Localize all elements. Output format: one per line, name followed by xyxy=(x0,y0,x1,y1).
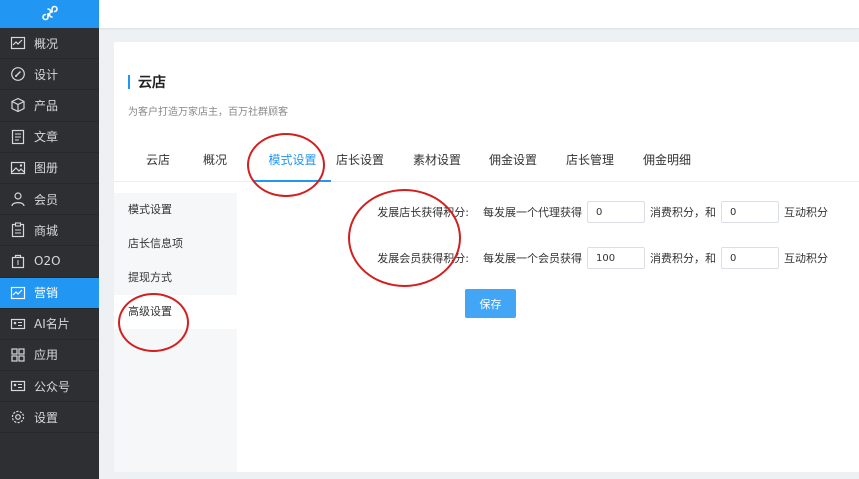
sidebar-item-members[interactable]: 会员 xyxy=(0,184,99,216)
sidebar-item-label: 设计 xyxy=(34,67,59,82)
consume-points-input[interactable] xyxy=(587,201,645,223)
image-icon xyxy=(10,160,26,176)
card-icon xyxy=(10,316,26,332)
annotation-circle-form-labels xyxy=(348,189,461,287)
menu-item-withdraw-method[interactable]: 提现方式 xyxy=(114,261,237,295)
chart-icon xyxy=(10,35,26,51)
menu-item-manager-info[interactable]: 店长信息项 xyxy=(114,227,237,261)
tab-manager-management[interactable]: 店长管理 xyxy=(566,140,614,182)
box-icon xyxy=(10,97,26,113)
tab-manager-settings[interactable]: 店长设置 xyxy=(336,140,384,182)
palette-icon xyxy=(10,66,26,82)
user-icon xyxy=(10,191,26,207)
page-title-row: 云店 xyxy=(128,72,166,92)
gear-icon xyxy=(10,409,26,425)
row-middle: 消费积分，和 xyxy=(650,252,716,265)
sidebar-item-settings[interactable]: 设置 xyxy=(0,402,99,434)
sidebar-item-label: 文章 xyxy=(34,130,59,145)
tab-bar: 云店 概况 模式设置 店长设置 素材设置 佣金设置 店长管理 佣金明细 xyxy=(114,140,859,182)
sidebar-item-label: 概况 xyxy=(34,36,59,51)
grid-icon xyxy=(10,347,26,363)
interact-points-input[interactable] xyxy=(721,247,779,269)
sidebar-item-label: 设置 xyxy=(34,410,59,425)
sidebar-item-apps[interactable]: 应用 xyxy=(0,340,99,372)
sidebar-item-overview[interactable]: 概况 xyxy=(0,28,99,60)
sidebar-item-marketing[interactable]: 营销 xyxy=(0,277,99,309)
sidebar-item-label: 营销 xyxy=(34,286,59,301)
annotation-circle-tab xyxy=(247,133,325,197)
row-middle: 消费积分，和 xyxy=(650,206,716,219)
sidebar-item-ai-card[interactable]: AI名片 xyxy=(0,309,99,340)
title-accent-bar xyxy=(128,75,130,89)
store-icon xyxy=(10,253,26,269)
sidebar-item-label: 公众号 xyxy=(34,379,71,394)
sidebar-item-label: O2O xyxy=(34,254,61,269)
row-prefix: 每发展一个会员获得 xyxy=(483,252,582,265)
row-suffix: 互动积分 xyxy=(784,252,828,265)
tab-commission-settings[interactable]: 佣金设置 xyxy=(489,140,537,182)
tab-commission-details[interactable]: 佣金明细 xyxy=(643,140,691,182)
consume-points-input[interactable] xyxy=(587,247,645,269)
clipboard-icon xyxy=(10,222,26,238)
sidebar-item-label: 会员 xyxy=(34,192,59,207)
mini-program-logo-icon xyxy=(41,5,58,24)
save-button[interactable]: 保存 xyxy=(465,289,516,318)
sidebar-item-label: 商城 xyxy=(34,223,59,238)
top-bar xyxy=(99,0,859,28)
settings-form: 发展店长获得积分: 每发展一个代理获得 消费积分，和 互动积分 发展会员获得积分… xyxy=(237,193,859,472)
annotation-circle-advanced xyxy=(118,293,189,352)
sidebar-item-label: 应用 xyxy=(34,348,59,363)
sidebar-item-label: 产品 xyxy=(34,98,59,113)
row-suffix: 互动积分 xyxy=(784,206,828,219)
sidebar-item-articles[interactable]: 文章 xyxy=(0,122,99,153)
trend-icon xyxy=(10,285,26,301)
sidebar-item-design[interactable]: 设计 xyxy=(0,59,99,91)
sidebar-item-products[interactable]: 产品 xyxy=(0,90,99,122)
main-card: 云店 为客户打造万家店主，百万社群顾客 云店 概况 模式设置 店长设置 素材设置… xyxy=(114,42,859,472)
sidebar: 概况 设计 产品 文章 图册 会员 商城 O2O 营销 AI名片 应用 公众号 … xyxy=(0,0,99,479)
interact-points-input[interactable] xyxy=(721,201,779,223)
row-prefix: 每发展一个代理获得 xyxy=(483,206,582,219)
sidebar-item-official-account[interactable]: 公众号 xyxy=(0,371,99,403)
sidebar-item-albums[interactable]: 图册 xyxy=(0,153,99,184)
menu-item-mode-settings[interactable]: 模式设置 xyxy=(114,193,237,227)
document-icon xyxy=(10,129,26,145)
sidebar-item-label: 图册 xyxy=(34,161,59,176)
sidebar-item-o2o[interactable]: O2O xyxy=(0,246,99,278)
logo-bar[interactable] xyxy=(0,0,99,28)
tab-material-settings[interactable]: 素材设置 xyxy=(413,140,461,182)
page-title: 云店 xyxy=(138,75,166,91)
tab-overview[interactable]: 概况 xyxy=(203,140,227,182)
sidebar-item-mall[interactable]: 商城 xyxy=(0,215,99,247)
account-icon xyxy=(10,378,26,394)
tab-cloud-store[interactable]: 云店 xyxy=(146,140,170,182)
sidebar-item-label: AI名片 xyxy=(34,317,70,332)
page-subtitle: 为客户打造万家店主，百万社群顾客 xyxy=(128,107,288,118)
